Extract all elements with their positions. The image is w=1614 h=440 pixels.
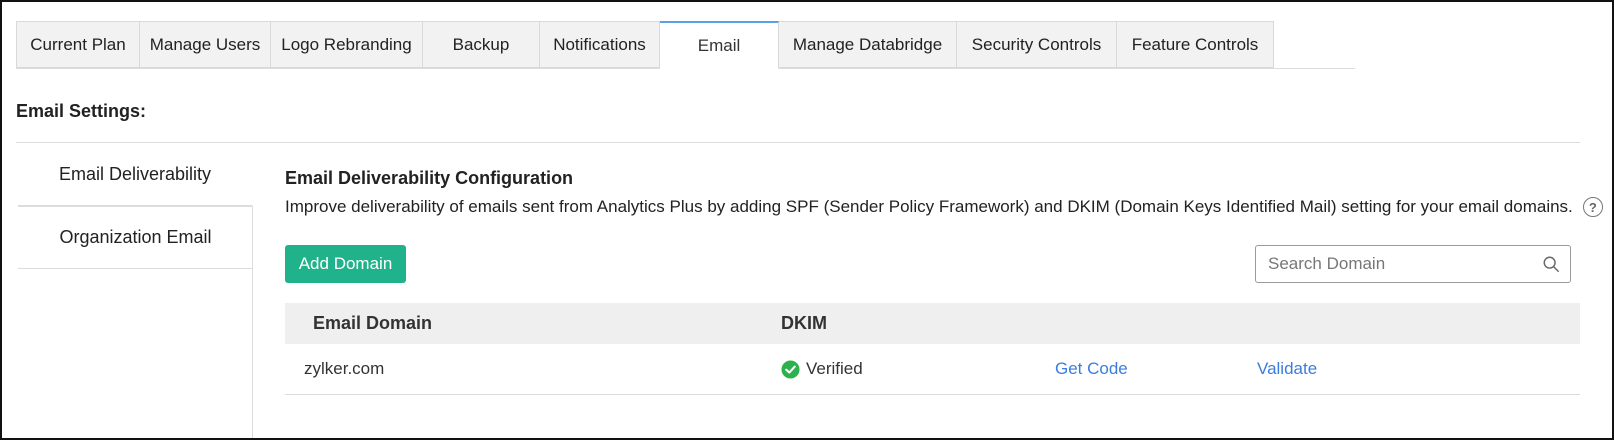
tab-feature-controls[interactable]: Feature Controls: [1117, 21, 1274, 68]
tab-manage-users[interactable]: Manage Users: [140, 21, 271, 68]
sidebar-item-email-deliverability[interactable]: Email Deliverability: [18, 143, 253, 206]
tab-email[interactable]: Email: [660, 21, 779, 69]
column-header-email-domain: Email Domain: [313, 313, 433, 333]
search-input[interactable]: [1268, 254, 1542, 274]
email-settings-sidenav: Email Deliverability Organization Email: [18, 143, 253, 438]
settings-tabbar: Current Plan Manage Users Logo Rebrandin…: [16, 21, 1274, 69]
tab-current-plan[interactable]: Current Plan: [16, 21, 140, 68]
panel-title: Email Deliverability Configuration: [285, 168, 574, 188]
search-domain-box: [1255, 245, 1571, 283]
help-icon[interactable]: ?: [1582, 197, 1603, 217]
dkim-status-cell: Verified: [781, 359, 1055, 379]
page-title: Email Settings:: [16, 101, 147, 121]
sidebar-item-label: Organization Email: [59, 227, 212, 247]
sidebar-item-organization-email[interactable]: Organization Email: [18, 206, 253, 269]
column-header-dkim: DKIM: [781, 313, 827, 333]
panel-description-row: Improve deliverability of emails sent fr…: [285, 197, 1605, 217]
sidebar-item-label: Email Deliverability: [58, 163, 212, 184]
get-code-link[interactable]: Get Code: [1055, 359, 1128, 378]
app-frame: Current Plan Manage Users Logo Rebrandin…: [0, 0, 1614, 440]
tab-logo-rebranding[interactable]: Logo Rebranding: [271, 21, 423, 68]
tab-notifications[interactable]: Notifications: [540, 21, 660, 68]
tab-manage-databridge[interactable]: Manage Databridge: [779, 21, 957, 68]
panel-description: Improve deliverability of emails sent fr…: [285, 197, 1573, 216]
validate-link[interactable]: Validate: [1257, 359, 1317, 378]
deliverability-panel: Email Deliverability Configuration Impro…: [285, 168, 1605, 217]
dkim-status-label: Verified: [806, 359, 863, 378]
tab-security-controls[interactable]: Security Controls: [957, 21, 1117, 68]
table-row: zylker.com Verified Get Code Validate: [285, 344, 1580, 395]
domain-table: Email Domain DKIM zylker.com Verified Ge…: [285, 303, 1580, 395]
domain-cell: zylker.com: [304, 359, 385, 378]
table-header: Email Domain DKIM: [285, 303, 1580, 344]
tab-backup[interactable]: Backup: [423, 21, 540, 68]
add-domain-button[interactable]: Add Domain: [285, 245, 406, 283]
check-circle-icon: [781, 359, 800, 379]
search-icon[interactable]: [1542, 255, 1560, 273]
